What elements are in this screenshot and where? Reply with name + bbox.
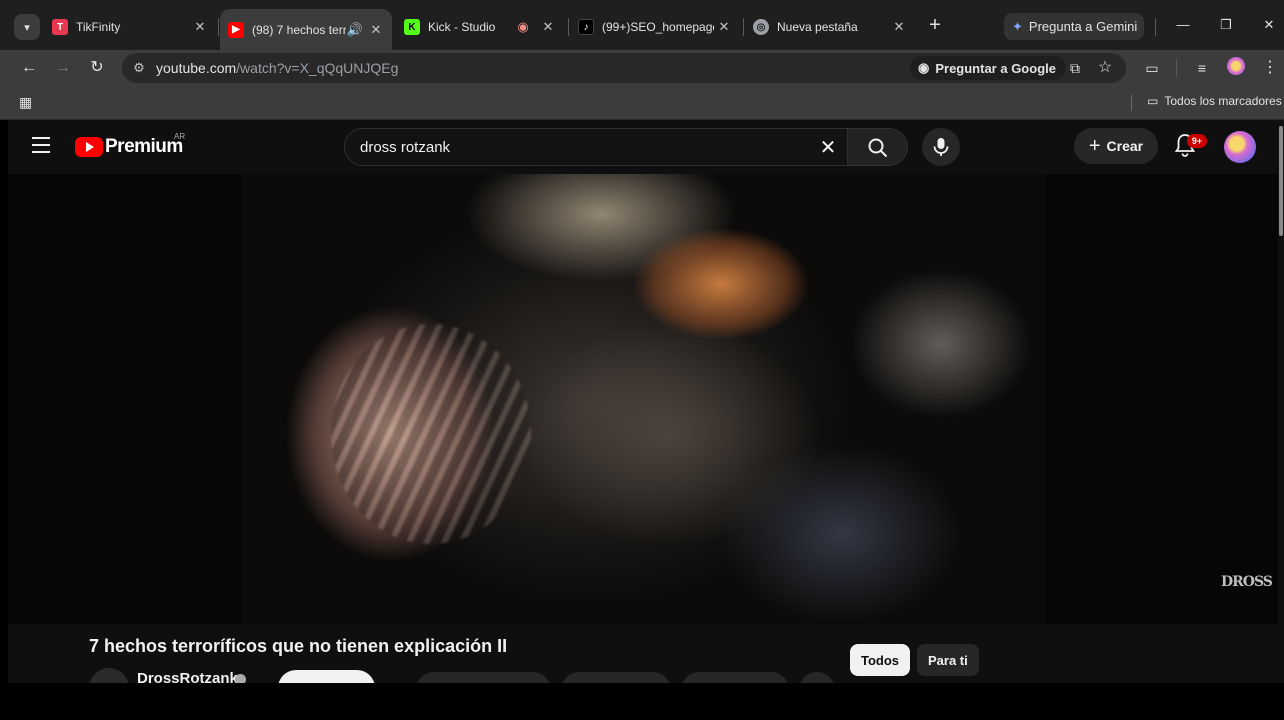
minimize-icon[interactable]: — (1168, 14, 1198, 36)
chrome-icon: ◎ (753, 19, 769, 35)
tab-search-button[interactable]: ▾ (14, 14, 40, 40)
new-tab-button[interactable]: + (924, 14, 946, 36)
media-control-icon[interactable]: ≡ (1191, 57, 1213, 79)
forward-icon[interactable]: → (52, 57, 74, 79)
search-input[interactable]: dross rotzank ✕ (344, 128, 848, 166)
url-path: /watch?v=X_qQqUNJQEg (236, 60, 399, 76)
youtube-header: Premium AR dross rotzank ✕ + Crear 9+ (8, 120, 1278, 174)
tab-separator (568, 18, 569, 36)
tab-tikfinity[interactable]: T TikFinity ✕ (44, 9, 216, 45)
bookmarks-separator (1131, 95, 1132, 111)
chevron-down-icon: ▾ (24, 21, 30, 34)
youtube-icon: ▶ (228, 21, 244, 38)
all-bookmarks-label: Todos los marcadores (1164, 94, 1282, 108)
search-button[interactable] (848, 128, 908, 166)
scrollbar-thumb[interactable] (1279, 126, 1283, 236)
tab-separator (218, 18, 219, 36)
plus-icon: + (1088, 134, 1101, 157)
bookmark-star-icon[interactable]: ☆ (1094, 57, 1116, 79)
chip-todos[interactable]: Todos (850, 644, 911, 676)
tab-title: (98) 7 hechos terr (252, 22, 346, 37)
gemini-label: Pregunta a Gemini (1028, 19, 1138, 34)
tiktok-icon: ♪ (578, 19, 594, 35)
chip-label: Para ti (928, 652, 968, 668)
tab-strip: ▾ T TikFinity ✕ ▶ (98) 7 hechos terr 🔊 ✕… (0, 0, 1284, 50)
tab-seo-homepage[interactable]: ♪ (99+)SEO_homepage ✕ (570, 9, 740, 45)
tab-separator (743, 18, 744, 36)
back-icon[interactable]: ← (18, 57, 40, 79)
close-icon[interactable]: ✕ (538, 19, 558, 35)
address-bar[interactable]: ⚙ youtube.com/watch?v=X_qQqUNJQEg ◉ Preg… (122, 53, 1126, 83)
speaker-icon[interactable]: 🔊 (346, 22, 364, 38)
notification-badge: 9+ (1187, 134, 1207, 148)
logo-word: Premium (105, 136, 183, 157)
tab-title: (99+)SEO_homepage (602, 20, 714, 34)
youtube-play-icon (75, 137, 103, 157)
tab-kick-studio[interactable]: K Kick - Studio ◉ ✕ (396, 9, 564, 45)
create-button[interactable]: + Crear (1074, 128, 1158, 164)
toolbar-separator (1176, 59, 1177, 77)
close-icon[interactable]: ✕ (714, 19, 734, 35)
tab-youtube-active[interactable]: ▶ (98) 7 hechos terr 🔊 ✕ (220, 9, 392, 50)
microphone-icon (933, 138, 949, 156)
install-app-icon[interactable]: ⧉ (1064, 57, 1086, 79)
recording-icon: ◉ (517, 19, 529, 34)
video-frame[interactable] (241, 174, 1045, 624)
lens-icon: ◉ (918, 60, 930, 75)
tab-title: Nueva pestaña (777, 20, 858, 34)
tab-title: Kick - Studio (428, 20, 496, 34)
cast-icon[interactable]: ▭ (1141, 57, 1163, 79)
page-scrollbar[interactable] (1278, 120, 1284, 720)
menu-kebab-icon[interactable]: ⋮ (1259, 57, 1281, 79)
video-player[interactable]: DROSS (8, 174, 1278, 624)
video-title: 7 hechos terroríficos que no tienen expl… (89, 636, 508, 656)
tab-title: TikFinity (76, 20, 121, 34)
bookmarks-bar: ▦ ▭ Todos los marcadores (0, 86, 1284, 120)
chip-label: Todos (861, 652, 900, 668)
gemini-sparkle-icon: ✦ (1012, 18, 1023, 34)
browser-chrome: ▾ T TikFinity ✕ ▶ (98) 7 hechos terr 🔊 ✕… (0, 0, 1284, 120)
clear-search-icon[interactable]: ✕ (815, 135, 841, 161)
voice-search-button[interactable] (922, 128, 960, 166)
account-avatar[interactable] (1224, 131, 1256, 163)
guide-menu-icon[interactable] (32, 137, 50, 153)
profile-avatar-icon[interactable] (1225, 57, 1247, 79)
site-info-icon[interactable]: ⚙ (130, 59, 148, 77)
all-bookmarks-button[interactable]: ▭ Todos los marcadores (1147, 94, 1282, 108)
channel-watermark[interactable]: DROSS (1221, 574, 1273, 590)
region-code: AR (174, 132, 186, 141)
close-icon[interactable]: ✕ (889, 19, 909, 35)
chip-para-ti[interactable]: Para ti (917, 644, 979, 676)
close-icon[interactable]: ✕ (190, 19, 210, 35)
ask-google-button[interactable]: ◉ Preguntar a Google (910, 56, 1066, 80)
youtube-premium-logo[interactable]: Premium AR (75, 132, 185, 158)
create-label: Crear (1106, 138, 1144, 154)
apps-grid-icon[interactable]: ▦ (19, 94, 35, 110)
close-window-icon[interactable]: ✕ (1254, 14, 1284, 36)
url-text[interactable]: youtube.com/watch?v=X_qQqUNJQEg (156, 60, 398, 76)
kick-icon: K (404, 19, 420, 35)
screen-bottom-edge (0, 683, 1284, 720)
close-icon[interactable]: ✕ (366, 22, 386, 38)
ask-google-label: Preguntar a Google (935, 60, 1056, 76)
reload-icon[interactable]: ↻ (86, 57, 108, 79)
folder-icon: ▭ (1147, 94, 1159, 108)
youtube-page: Premium AR dross rotzank ✕ + Crear 9+ DR… (8, 120, 1284, 720)
browser-toolbar: ← → ↻ ⚙ youtube.com/watch?v=X_qQqUNJQEg … (0, 50, 1284, 86)
search-icon (868, 138, 888, 158)
gemini-button[interactable]: ✦ Pregunta a Gemini (1004, 13, 1144, 40)
url-host: youtube.com (156, 60, 237, 76)
search-query: dross rotzank (360, 139, 451, 156)
tab-separator (1155, 18, 1156, 36)
tikfinity-icon: T (52, 19, 68, 35)
tab-new-tab[interactable]: ◎ Nueva pestaña ✕ (745, 9, 915, 45)
restore-icon[interactable]: ❐ (1211, 14, 1241, 36)
